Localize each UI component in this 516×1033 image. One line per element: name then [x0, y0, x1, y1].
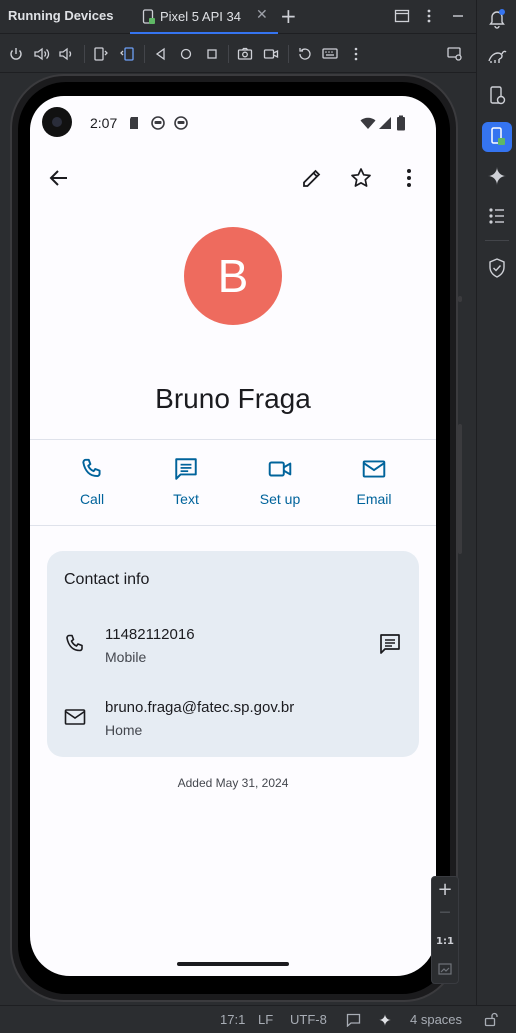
notification-app-icon: [151, 116, 165, 130]
structure-list-icon[interactable]: [485, 204, 509, 228]
gemini-icon[interactable]: [485, 164, 509, 188]
phone-icon: [82, 458, 101, 478]
edit-pencil-icon[interactable]: [300, 166, 324, 190]
device-mirroring-icon[interactable]: [446, 45, 464, 63]
window-layout-icon[interactable]: [394, 8, 410, 24]
contact-info-card: Contact info 11482112016 Mobile bruno.fr…: [47, 551, 419, 757]
minimize-icon[interactable]: [450, 8, 466, 24]
set-up-label: Set up: [259, 491, 301, 507]
volume-up-icon[interactable]: [32, 45, 50, 63]
phone-number[interactable]: 11482112016: [105, 626, 195, 643]
file-encoding[interactable]: UTF-8: [290, 1012, 327, 1027]
star-favorite-icon[interactable]: [349, 166, 373, 190]
device-tab[interactable]: Pixel 5 API 34 ✕: [130, 0, 278, 34]
message-icon[interactable]: [378, 632, 402, 656]
gemini-status-icon[interactable]: [378, 1013, 392, 1027]
right-tool-strip: [476, 0, 516, 1005]
back-icon[interactable]: [152, 45, 170, 63]
toolbar-separator: [84, 45, 85, 63]
phone-type: Mobile: [105, 649, 147, 665]
contact-avatar[interactable]: B: [184, 227, 282, 325]
zoom-controls: + — 1:1: [431, 876, 459, 984]
battery-icon: [397, 115, 405, 131]
ide-status-bar: 17:1 LF UTF-8 4 spaces: [0, 1005, 516, 1033]
gradle-icon[interactable]: [485, 44, 509, 68]
video-icon: [268, 461, 292, 477]
power-icon[interactable]: [7, 45, 25, 63]
front-camera: [42, 107, 72, 137]
home-icon[interactable]: [177, 45, 195, 63]
fit-to-screen-icon[interactable]: [438, 963, 452, 975]
screen-record-icon[interactable]: [262, 45, 280, 63]
contact-name: Bruno Fraga: [155, 383, 311, 414]
sd-card-icon: [130, 117, 138, 129]
phone-side-button: [458, 296, 462, 302]
tool-window-header: Running Devices Pixel 5 API 34 ✕ +: [0, 0, 476, 34]
text-button[interactable]: Text: [146, 456, 226, 507]
cellular-signal-icon: [379, 117, 391, 129]
email-icon: [362, 460, 386, 478]
add-device-tab-icon[interactable]: +: [280, 4, 297, 28]
close-tab-icon[interactable]: ✕: [256, 7, 268, 23]
divider: [30, 439, 436, 440]
zoom-out-button[interactable]: —: [432, 905, 458, 918]
shield-check-icon[interactable]: [485, 256, 509, 280]
toolbar-separator: [144, 45, 145, 63]
added-date: Added May 31, 2024: [177, 776, 289, 790]
overview-icon[interactable]: [203, 45, 221, 63]
unlock-icon[interactable]: [484, 1012, 498, 1027]
caret-position[interactable]: 17:1: [220, 1012, 245, 1027]
text-label: Text: [173, 491, 199, 507]
notifications-icon[interactable]: [485, 6, 509, 30]
zoom-actual-size-button[interactable]: 1:1: [432, 936, 458, 947]
contact-info-title: Contact info: [64, 571, 150, 588]
screenshot-icon[interactable]: [236, 45, 254, 63]
volume-down-icon[interactable]: [57, 45, 75, 63]
more-options-icon[interactable]: [421, 8, 437, 24]
call-label: Call: [79, 491, 105, 507]
email-address[interactable]: bruno.fraga@fatec.sp.gov.br: [105, 699, 294, 716]
email-icon: [64, 709, 86, 725]
phone-screen[interactable]: 2:07 B Bruno Fraga Call Text Set up Emai…: [30, 96, 436, 976]
email-button[interactable]: Email: [334, 456, 414, 507]
back-arrow-icon[interactable]: [47, 166, 71, 190]
keyboard-icon[interactable]: [321, 45, 339, 63]
more-actions-icon[interactable]: [347, 45, 365, 63]
email-type: Home: [105, 722, 143, 738]
device-explorer-icon[interactable]: [485, 84, 509, 108]
notification-app-icon: [174, 116, 188, 130]
gesture-navigation-bar[interactable]: [177, 962, 289, 966]
wifi-icon: [360, 117, 376, 129]
email-label: Email: [356, 491, 392, 507]
phone-volume-button: [458, 424, 462, 554]
indent-setting[interactable]: 4 spaces: [410, 1012, 462, 1027]
phone-icon: [66, 634, 83, 652]
device-icon: [142, 9, 155, 24]
comment-icon[interactable]: [346, 1013, 361, 1027]
line-ending[interactable]: LF: [258, 1012, 273, 1027]
divider: [30, 525, 436, 526]
toolbar-separator: [288, 45, 289, 63]
sidebar-separator: [485, 240, 509, 241]
rotate-right-icon[interactable]: [118, 45, 136, 63]
video-setup-button[interactable]: Set up: [240, 456, 320, 507]
device-display-area: 2:07 B Bruno Fraga Call Text Set up Emai…: [0, 74, 476, 1005]
android-studio-window: Running Devices Pixel 5 API 34 ✕ + 2:07 …: [0, 0, 516, 1033]
tool-window-title: Running Devices: [8, 8, 114, 23]
running-devices-icon[interactable]: [485, 125, 509, 149]
status-time: 2:07: [90, 115, 118, 131]
zoom-in-button[interactable]: +: [432, 879, 458, 900]
call-button[interactable]: Call: [52, 456, 132, 507]
device-tab-label: Pixel 5 API 34: [160, 9, 241, 24]
toolbar-separator: [228, 45, 229, 63]
overflow-menu-icon[interactable]: [397, 166, 421, 190]
device-toolbar: [0, 35, 476, 73]
reset-icon[interactable]: [296, 45, 314, 63]
rotate-left-icon[interactable]: [92, 45, 110, 63]
message-icon: [175, 458, 197, 480]
